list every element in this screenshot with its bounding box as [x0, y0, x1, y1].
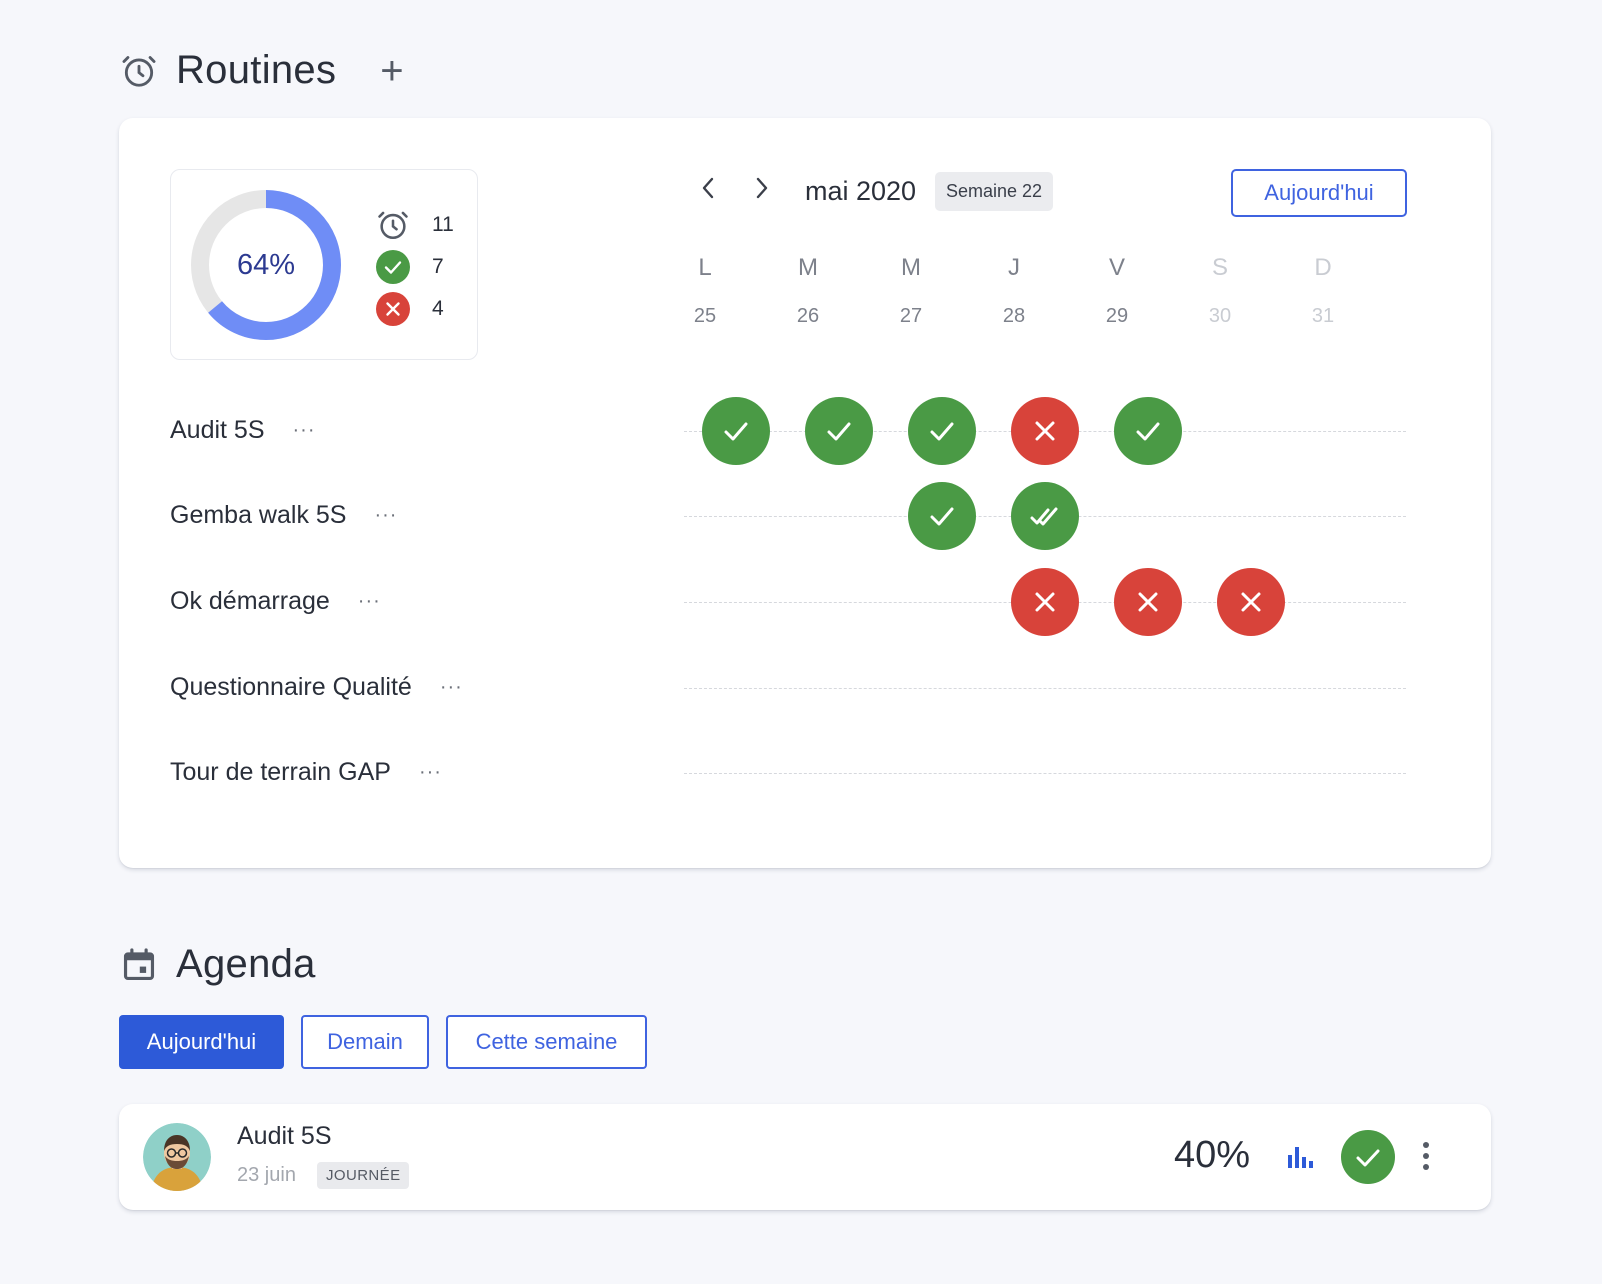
routine-more-button[interactable]: ··· — [374, 504, 397, 527]
day-letter: S — [1211, 254, 1228, 281]
routines-title: Routines — [176, 48, 337, 92]
day-letter: M — [901, 254, 921, 281]
more-vertical-icon[interactable] — [1419, 1140, 1433, 1172]
agenda-entry-percent: 40% — [1174, 1134, 1251, 1176]
routine-row-label: Tour de terrain GAP ··· — [170, 758, 442, 787]
bar-chart-icon[interactable] — [1285, 1142, 1315, 1172]
day-number: 26 — [796, 305, 820, 327]
status-done-marker[interactable] — [908, 397, 976, 465]
status-failed-marker[interactable] — [1217, 568, 1285, 636]
day-column: M 26 — [778, 254, 838, 328]
check-icon — [1136, 422, 1160, 441]
x-icon — [1035, 592, 1055, 612]
status-done-double-marker[interactable] — [1011, 482, 1079, 550]
status-failed-marker[interactable] — [1011, 568, 1079, 636]
routine-row-label: Ok démarrage ··· — [170, 587, 381, 616]
agenda-header: Agenda — [120, 942, 316, 987]
avatar — [143, 1123, 211, 1191]
check-icon — [827, 422, 851, 441]
x-icon — [1035, 421, 1055, 441]
stat-total: 11 — [376, 208, 462, 242]
routines-header: Routines + — [120, 48, 404, 93]
current-month: mai 2020 — [805, 176, 917, 206]
week-badge: Semaine 22 — [935, 172, 1054, 211]
next-week-button[interactable] — [752, 175, 772, 207]
add-routine-button[interactable]: + — [380, 51, 403, 91]
day-letter: J — [1008, 254, 1020, 281]
check-circle-icon[interactable] — [1341, 1130, 1395, 1184]
chevron-right-icon — [756, 177, 768, 199]
stat-failed-value: 4 — [432, 297, 444, 320]
filter-today-button[interactable]: Aujourd'hui — [119, 1015, 284, 1069]
day-letter: L — [698, 254, 712, 281]
status-done-marker[interactable] — [1114, 397, 1182, 465]
agenda-title: Agenda — [176, 942, 316, 986]
alarm-clock-icon — [120, 52, 158, 90]
day-number: 28 — [1002, 305, 1026, 327]
check-circle-icon — [376, 250, 410, 284]
day-number: 25 — [693, 305, 717, 327]
day-letter: V — [1108, 254, 1125, 281]
status-failed-marker[interactable] — [1114, 568, 1182, 636]
routine-row-line — [684, 773, 1406, 774]
stat-done: 7 — [376, 250, 462, 284]
x-icon — [1241, 592, 1261, 612]
routine-name[interactable]: Tour de terrain GAP — [170, 758, 391, 787]
day-number: 31 — [1311, 305, 1335, 327]
stat-failed: 4 — [376, 292, 462, 326]
agenda-entry-badge: JOURNÉE — [317, 1162, 410, 1189]
agenda-entry-date: 23 juin — [237, 1164, 296, 1186]
routine-row-line — [684, 688, 1406, 689]
routines-summary: 64% 11 7 4 — [170, 169, 478, 360]
today-button[interactable]: Aujourd'hui — [1231, 169, 1407, 217]
status-done-marker[interactable] — [702, 397, 770, 465]
x-icon — [1138, 592, 1158, 612]
check-icon — [930, 507, 954, 526]
day-letter: M — [798, 254, 818, 281]
agenda-entry-title: Audit 5S — [237, 1122, 332, 1150]
agenda-entry[interactable]: Audit 5S 23 juin JOURNÉE 40% — [119, 1104, 1491, 1210]
previous-week-button[interactable] — [698, 175, 718, 207]
routine-more-button[interactable]: ··· — [293, 419, 316, 442]
day-number: 30 — [1208, 305, 1232, 327]
completion-percent: 64% — [236, 248, 296, 281]
filter-tomorrow-button[interactable]: Demain — [301, 1015, 429, 1069]
x-circle-icon — [376, 292, 410, 326]
routine-name[interactable]: Questionnaire Qualité — [170, 673, 412, 702]
day-letter: D — [1314, 254, 1332, 281]
stat-total-value: 11 — [432, 213, 454, 236]
chevron-left-icon — [702, 177, 714, 199]
routine-row-label: Questionnaire Qualité ··· — [170, 673, 463, 702]
check-icon — [724, 422, 748, 441]
day-column: L 25 — [675, 254, 735, 328]
status-done-marker[interactable] — [805, 397, 873, 465]
routine-name[interactable]: Audit 5S — [170, 416, 265, 445]
day-column: D 31 — [1293, 254, 1353, 328]
routine-row-label: Audit 5S ··· — [170, 416, 316, 445]
day-column: M 27 — [881, 254, 941, 328]
filter-week-button[interactable]: Cette semaine — [446, 1015, 647, 1069]
check-icon — [930, 422, 954, 441]
status-failed-marker[interactable] — [1011, 397, 1079, 465]
status-done-marker[interactable] — [908, 482, 976, 550]
routine-more-button[interactable]: ··· — [358, 590, 381, 613]
double-check-icon — [1030, 507, 1058, 526]
routine-more-button[interactable]: ··· — [440, 676, 463, 699]
alarm-clock-icon — [376, 208, 410, 242]
day-number: 29 — [1105, 305, 1129, 327]
day-column: J 28 — [984, 254, 1044, 328]
day-column: V 29 — [1087, 254, 1147, 328]
routine-name[interactable]: Ok démarrage — [170, 587, 330, 616]
routine-row-label: Gemba walk 5S ··· — [170, 501, 397, 530]
routine-more-button[interactable]: ··· — [419, 761, 442, 784]
day-column: S 30 — [1190, 254, 1250, 328]
stat-done-value: 7 — [432, 255, 444, 278]
day-number: 27 — [899, 305, 923, 327]
routine-name[interactable]: Gemba walk 5S — [170, 501, 346, 530]
calendar-icon — [120, 946, 158, 984]
